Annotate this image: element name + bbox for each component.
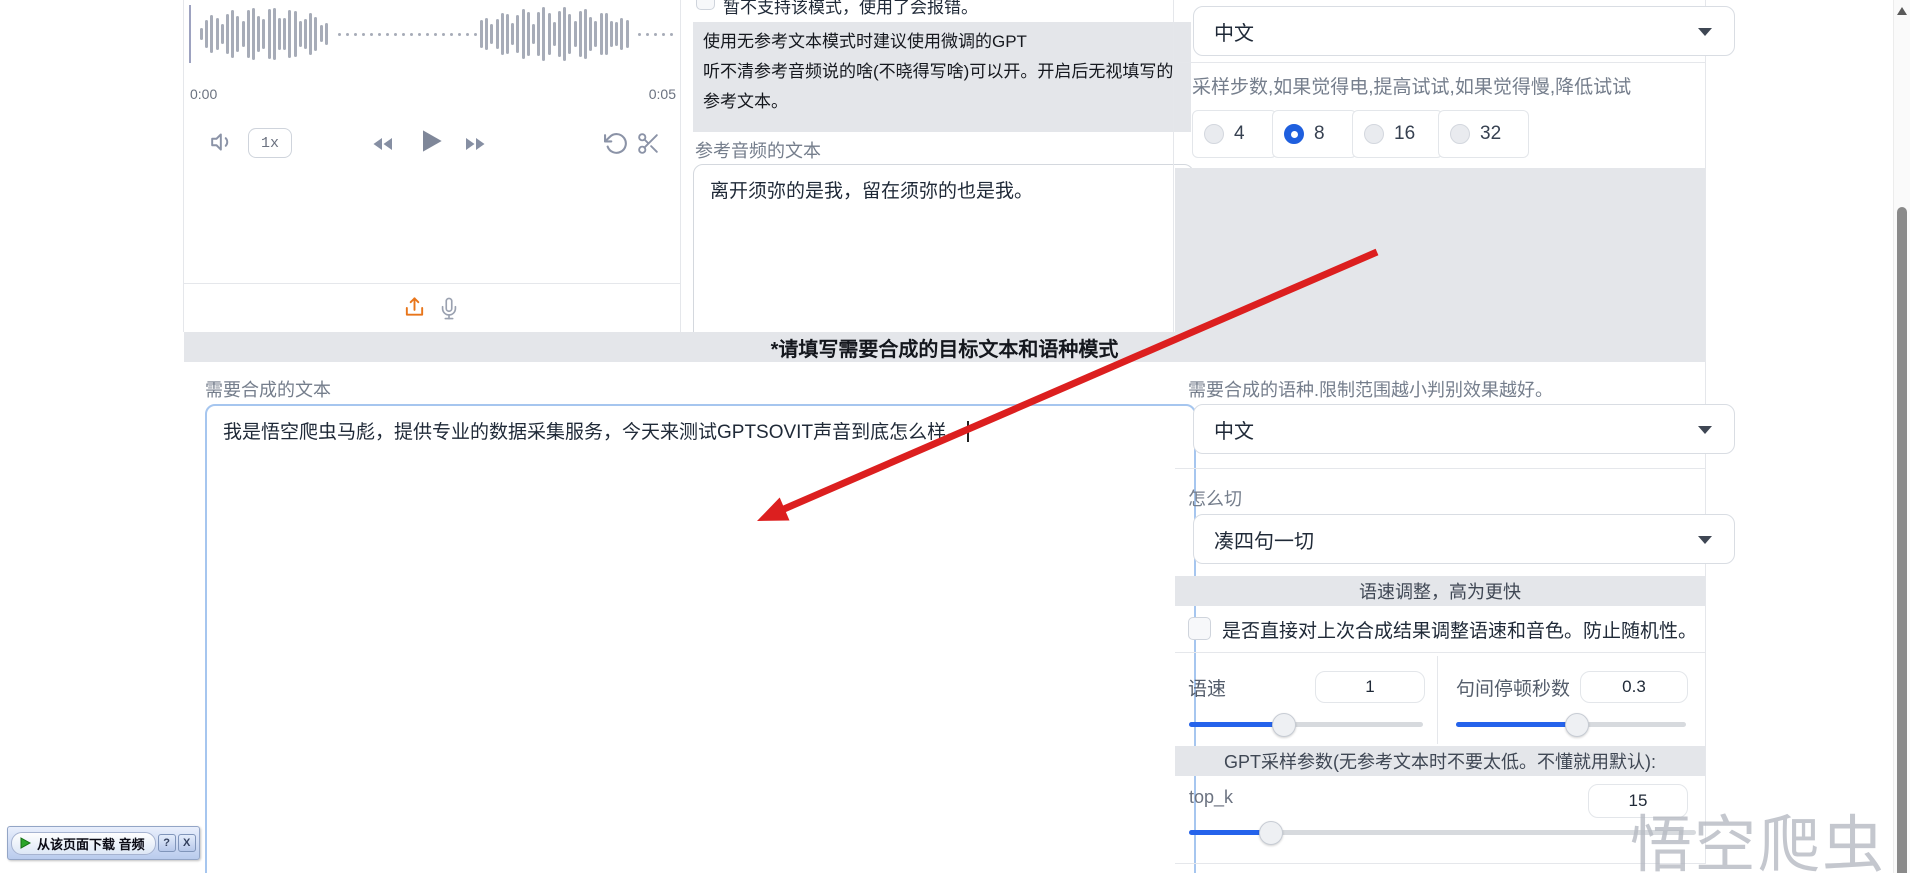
- chevron-down-icon: [1698, 426, 1712, 434]
- sampling-steps-option-16[interactable]: 16: [1352, 110, 1443, 158]
- slider-fill: [1189, 722, 1283, 727]
- player-card-divider: [183, 283, 680, 284]
- download-help-button[interactable]: ?: [157, 834, 176, 852]
- radio-icon: [1364, 124, 1384, 144]
- microphone-icon[interactable]: [436, 293, 462, 323]
- sampling-steps-option-32[interactable]: 32: [1438, 110, 1529, 158]
- radio-icon: [1284, 124, 1304, 144]
- gpt-params-header: GPT采样参数(无参考文本时不要太低。不懂就用默认):: [1175, 746, 1705, 776]
- cut-method-label: 怎么切: [1188, 489, 1242, 509]
- ref-language-value: 中文: [1214, 22, 1254, 45]
- playback-speed-label: 1x: [260, 134, 279, 152]
- reference-text-input[interactable]: 离开须弥的是我，留在须弥的也是我。: [693, 164, 1194, 352]
- cut-method-dropdown[interactable]: 凑四句一切: [1193, 514, 1735, 564]
- target-language-label: 需要合成的语种.限制范围越小判别效果越好。: [1188, 380, 1553, 400]
- upload-icon[interactable]: [401, 293, 427, 321]
- divider: [1175, 62, 1705, 63]
- info-line: 听不清参考音频说的啥(不晓得写啥)可以开。开启后无视填写的: [703, 62, 1174, 81]
- divider: [1175, 863, 1705, 864]
- audio-waveform[interactable]: [188, 4, 676, 64]
- adjust-last-result-label: 是否直接对上次合成结果调整语速和音色。防止随机性。: [1222, 621, 1698, 642]
- download-close-button[interactable]: X: [177, 834, 196, 852]
- scrollbar[interactable]: [1893, 0, 1910, 873]
- chevron-down-icon: [1698, 536, 1712, 544]
- ref-language-dropdown[interactable]: 中文: [1193, 6, 1735, 56]
- topk-slider[interactable]: [1189, 821, 1696, 845]
- player-card-right-border: [680, 0, 681, 332]
- pause-seconds-input[interactable]: 0.3: [1580, 671, 1688, 703]
- player-current-time: 0:00: [190, 86, 218, 102]
- scrollbar-thumb[interactable]: [1897, 207, 1907, 873]
- volume-icon[interactable]: [209, 128, 237, 156]
- target-text-label: 需要合成的文本: [205, 380, 331, 400]
- scroll-up-icon[interactable]: [1897, 7, 1907, 15]
- slider-fill: [1189, 830, 1271, 835]
- play-icon[interactable]: [414, 124, 448, 158]
- download-notification-bar: 从该页面下载 音频 ? X: [7, 826, 200, 860]
- radio-icon: [1450, 124, 1470, 144]
- reference-mode-info: 使用无参考文本模式时建议使用微调的GPT 听不清参考音频说的啥(不晓得写啥)可以…: [693, 22, 1191, 132]
- info-line: 参考文本。: [703, 92, 788, 111]
- sampling-steps-option-8[interactable]: 8: [1272, 110, 1357, 158]
- divider: [1175, 652, 1705, 653]
- right-panel-spacer: [1175, 168, 1705, 332]
- fast-forward-icon[interactable]: [460, 131, 490, 157]
- target-text-input[interactable]: 我是悟空爬虫马彪，提供专业的数据采集服务，今天来测试GPTSOVIT声音到底怎么…: [205, 404, 1196, 873]
- reset-icon[interactable]: [602, 129, 630, 157]
- target-language-dropdown[interactable]: 中文: [1193, 404, 1735, 454]
- divider: [1175, 468, 1705, 469]
- download-audio-button[interactable]: 从该页面下载 音频: [11, 831, 156, 855]
- watermark-text: 悟空爬虫: [1630, 811, 1887, 873]
- speed-section-header: 语速调整，高为更快: [1175, 576, 1705, 606]
- download-audio-label: 从该页面下载 音频: [37, 836, 145, 852]
- banner-required-note: *请填写需要合成的目标文本和语种模式: [184, 332, 1705, 362]
- speed-input[interactable]: 1: [1315, 671, 1425, 703]
- topk-slider-handle[interactable]: [1259, 821, 1284, 845]
- no-reference-mode-label: 暂不支持该模式，使用了会报错。: [723, 0, 978, 17]
- playback-speed-button[interactable]: 1x: [248, 128, 292, 158]
- info-line: 使用无参考文本模式时建议使用微调的GPT: [703, 32, 1027, 51]
- target-language-value: 中文: [1214, 420, 1254, 443]
- speed-slider[interactable]: [1189, 713, 1423, 737]
- pause-slider-handle[interactable]: [1564, 713, 1589, 737]
- sampling-steps-option-4[interactable]: 4: [1192, 110, 1277, 158]
- sampling-steps-label: 采样步数,如果觉得电,提高试试,如果觉得慢,降低试试: [1192, 77, 1632, 98]
- target-text-value: 我是悟空爬虫马彪，提供专业的数据采集服务，今天来测试GPTSOVIT声音到底怎么…: [223, 422, 966, 443]
- chevron-down-icon: [1698, 28, 1712, 36]
- divider: [1437, 656, 1438, 744]
- rewind-icon[interactable]: [368, 131, 398, 157]
- cut-method-value: 凑四句一切: [1214, 530, 1314, 553]
- radio-icon: [1204, 124, 1224, 144]
- adjust-last-result-checkbox[interactable]: [1188, 617, 1211, 640]
- player-duration: 0:05: [648, 86, 676, 102]
- topk-label: top_k: [1189, 787, 1234, 807]
- text-caret: [967, 421, 970, 442]
- speed-slider-handle[interactable]: [1271, 713, 1296, 737]
- pause-seconds-label: 句间停顿秒数: [1456, 679, 1571, 700]
- speed-label: 语速: [1188, 679, 1227, 700]
- gpt-sovits-tts-page: 0:00 0:05 1x 暂不支持该模式，使用了会报错。 使用无参考文本模式时建…: [0, 0, 1910, 873]
- trim-scissors-icon[interactable]: [634, 129, 662, 157]
- radio-label: 16: [1394, 123, 1416, 144]
- pause-seconds-slider[interactable]: [1456, 713, 1686, 737]
- radio-label: 4: [1234, 123, 1245, 144]
- radio-label: 8: [1314, 123, 1325, 144]
- column-divider: [1173, 0, 1174, 332]
- reference-text-label: 参考音频的文本: [695, 141, 821, 161]
- play-download-icon: [20, 837, 32, 849]
- reference-text-value: 离开须弥的是我，留在须弥的也是我。: [710, 181, 1034, 202]
- no-reference-mode-checkbox[interactable]: [696, 0, 715, 10]
- radio-label: 32: [1480, 123, 1502, 144]
- slider-fill: [1456, 722, 1576, 727]
